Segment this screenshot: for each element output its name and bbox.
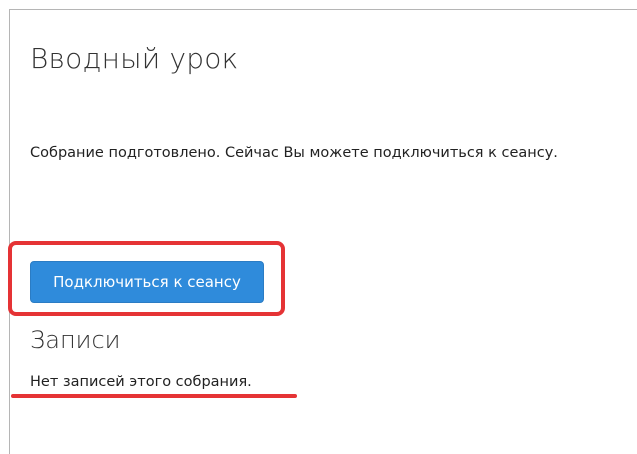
page-title: Вводный урок (30, 42, 239, 75)
join-session-button[interactable]: Подключиться к сеансу (30, 261, 264, 303)
no-recordings-text: Нет записей этого собрания. (30, 374, 252, 390)
no-recordings-underline (11, 394, 297, 398)
recordings-title: Записи (30, 326, 121, 354)
meeting-status-text: Собрание подготовлено. Сейчас Вы можете … (30, 145, 558, 161)
